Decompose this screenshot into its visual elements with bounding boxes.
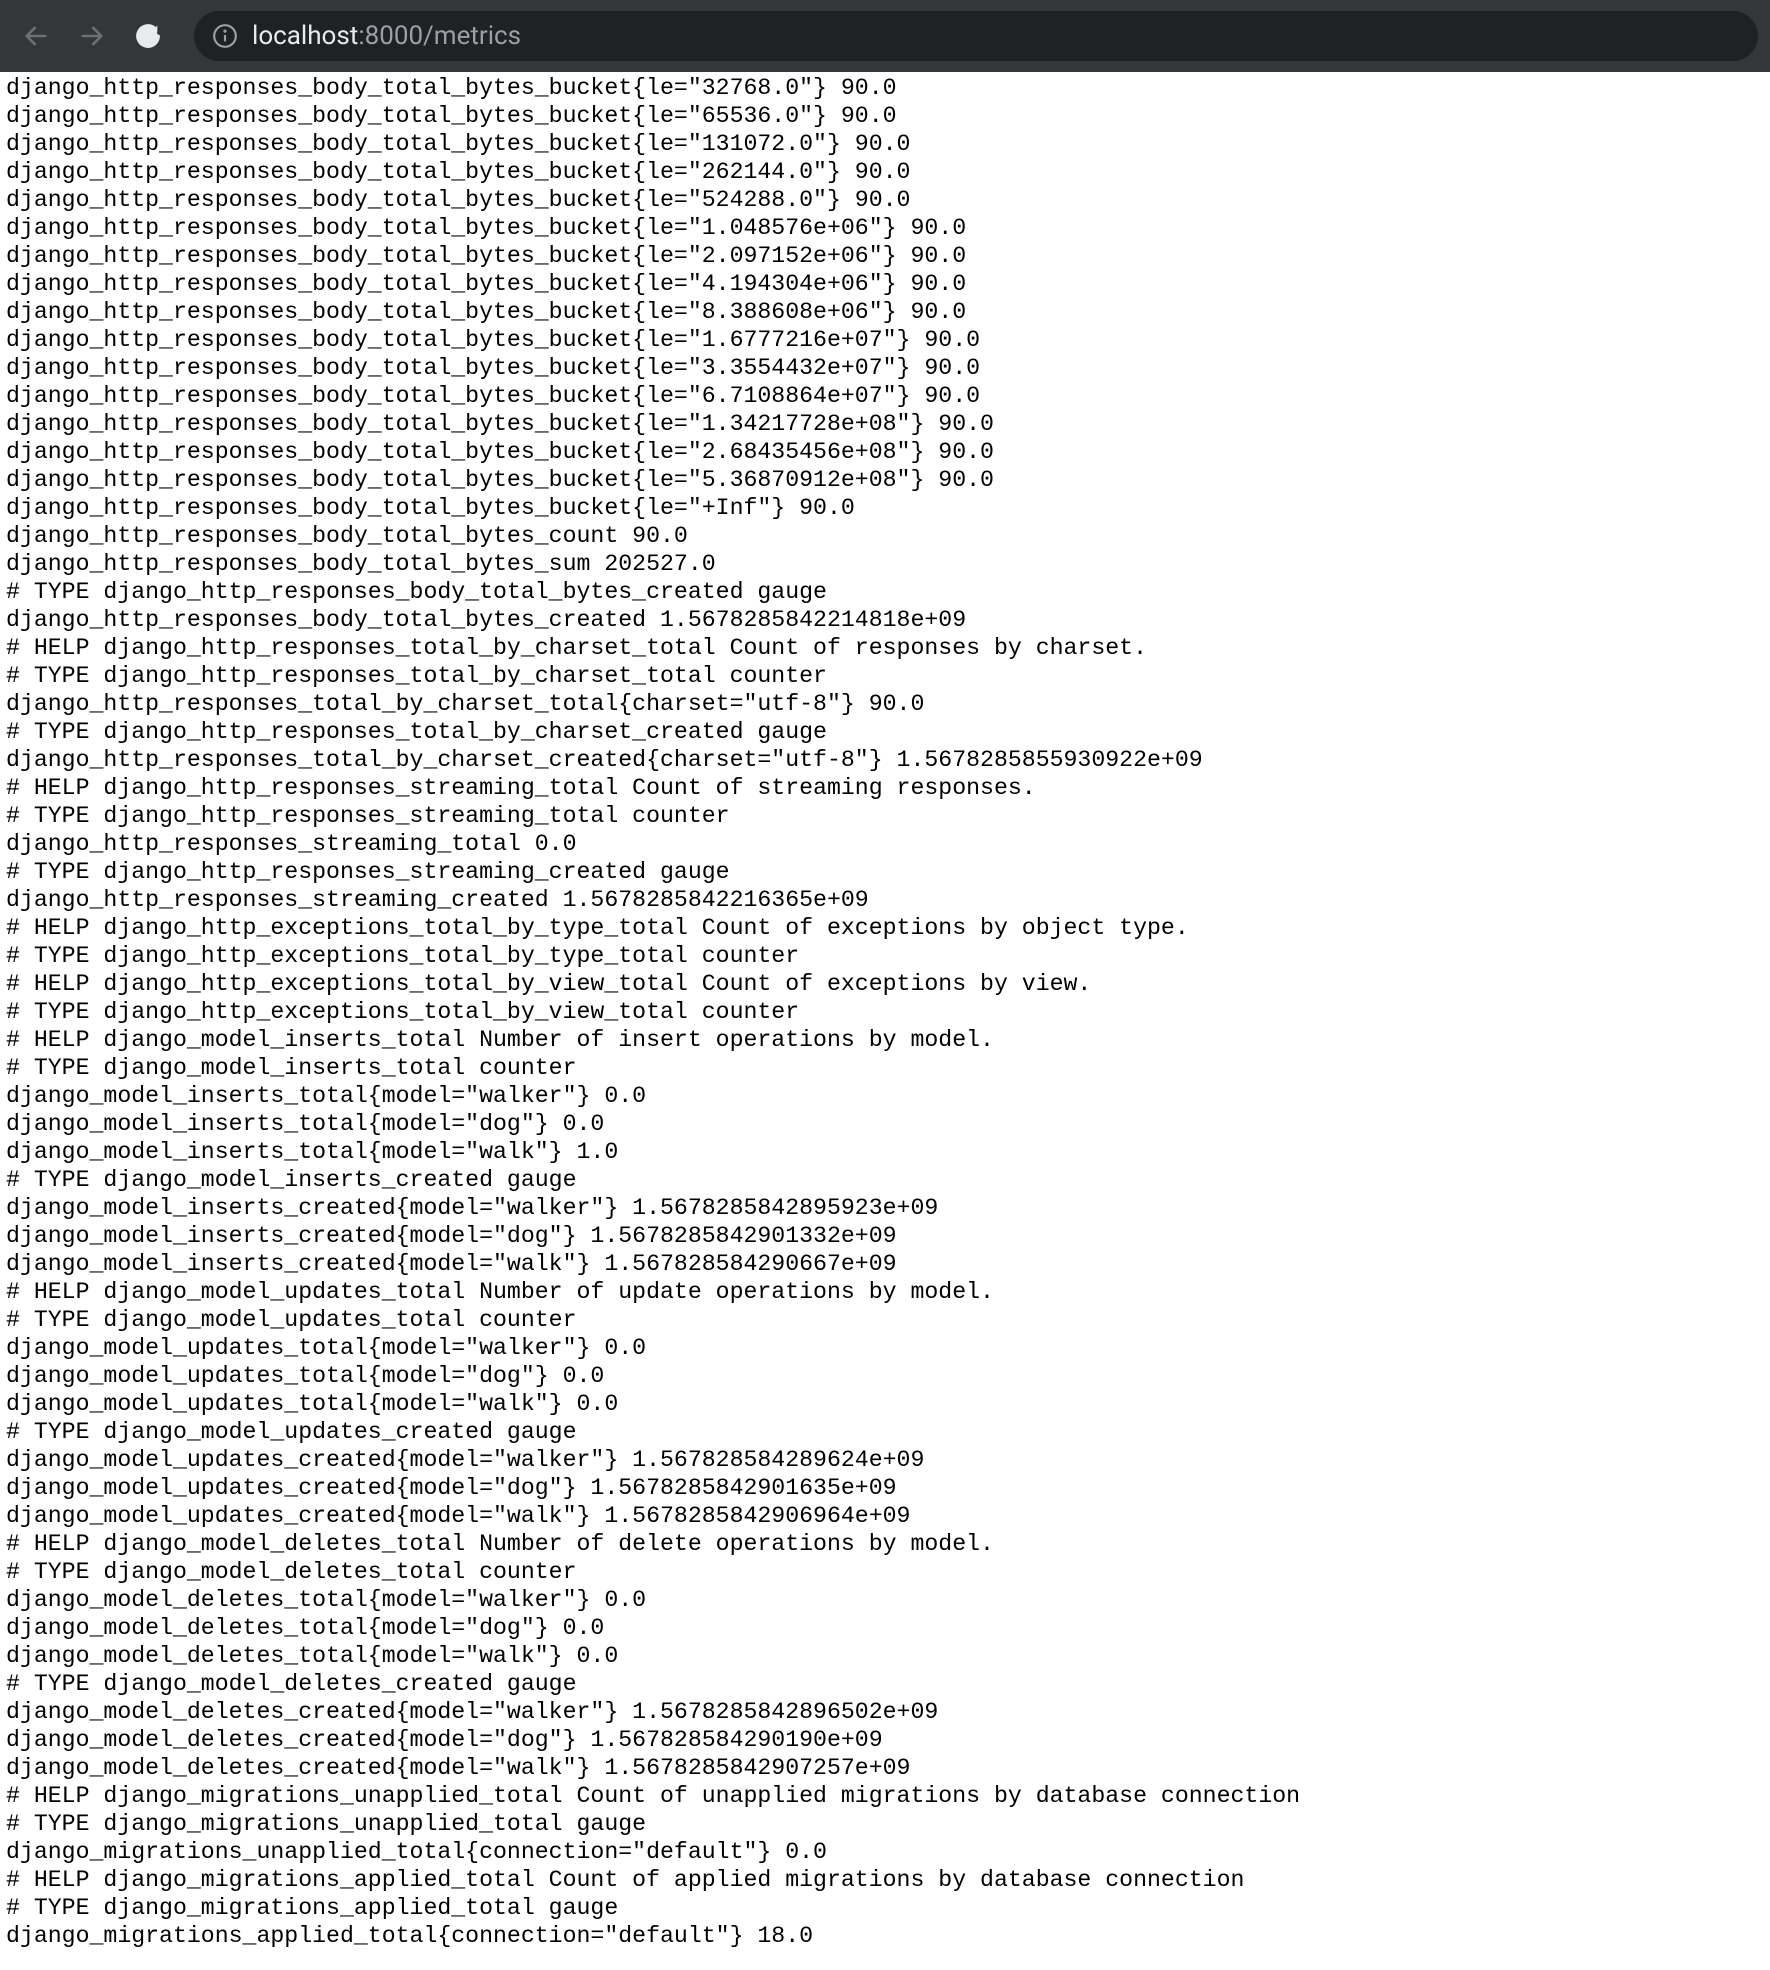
site-info-icon[interactable]	[212, 23, 238, 49]
address-bar[interactable]: localhost:8000/metrics	[194, 11, 1758, 61]
url-display: localhost:8000/metrics	[252, 21, 521, 51]
reload-button[interactable]	[124, 12, 172, 60]
metrics-text-content: django_http_responses_body_total_bytes_b…	[0, 72, 1770, 1956]
url-path: :8000/metrics	[358, 21, 521, 51]
browser-toolbar: localhost:8000/metrics	[0, 0, 1770, 72]
back-button[interactable]	[12, 12, 60, 60]
url-host: localhost	[252, 21, 358, 51]
forward-button[interactable]	[68, 12, 116, 60]
